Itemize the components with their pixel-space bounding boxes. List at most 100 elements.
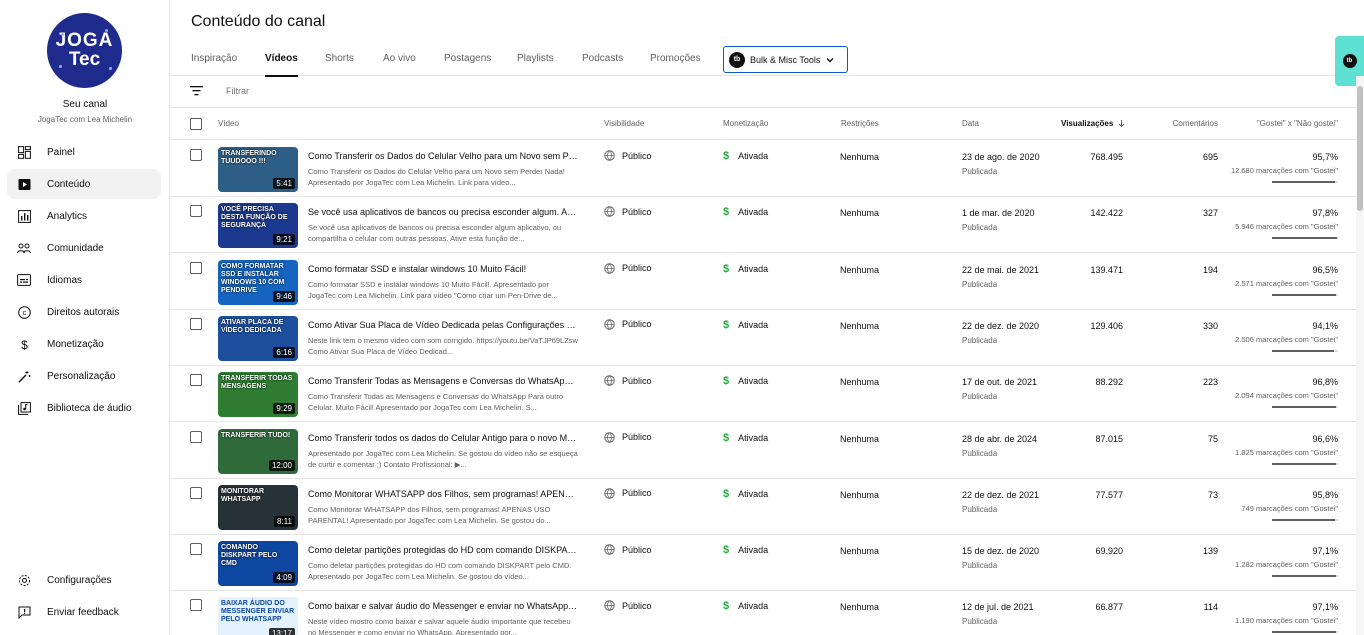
video-title[interactable]: Como formatar SSD e instalar windows 10 … <box>308 264 578 274</box>
visibility-cell[interactable]: Público <box>604 150 652 161</box>
row-checkbox[interactable] <box>190 543 202 556</box>
publish-date: 28 de abr. de 2024 <box>962 433 1038 444</box>
globe-icon <box>604 488 615 499</box>
visibility-cell[interactable]: Público <box>604 488 652 499</box>
dollar-icon: $ <box>723 375 730 388</box>
visibility-cell[interactable]: Público <box>604 544 652 555</box>
video-thumbnail[interactable]: Transferindo TUUDOOO !!! 5:41 <box>218 147 298 192</box>
tab-3[interactable]: Ao vivo <box>383 53 416 64</box>
table-row[interactable]: Como formatar SSD e instalar Windows 10 … <box>170 254 1356 310</box>
video-thumbnail[interactable]: Transferir tudo! 12:00 <box>218 428 298 474</box>
filter-input[interactable] <box>226 86 526 96</box>
video-title[interactable]: Como Ativar Sua Placa de Vídeo Dedicada … <box>308 320 578 330</box>
tab-2[interactable]: Shorts <box>325 53 354 64</box>
tab-7[interactable]: Promoções <box>650 53 701 64</box>
sidebar-item-feedback[interactable]: Enviar feedback <box>7 597 161 627</box>
video-title[interactable]: Como Monitorar WHATSAPP dos Filhos, sem … <box>308 489 578 499</box>
video-title[interactable]: Como Transferir Todas as Mensagens e Con… <box>308 376 578 386</box>
video-title[interactable]: Como baixar e salvar áudio do Messenger … <box>308 601 578 611</box>
column-monetization[interactable]: Monetização <box>723 119 768 128</box>
sidebar-item-dollar[interactable]: $ Monetização <box>7 329 161 359</box>
select-all-checkbox[interactable] <box>190 118 202 130</box>
row-checkbox[interactable] <box>190 486 202 499</box>
table-row[interactable]: Transferir tudo! 12:00 Como Transferir tod… <box>170 423 1356 479</box>
table-row[interactable]: Ativar placa de vídeo dedicada 6:16 Como A… <box>170 310 1356 366</box>
visibility-cell[interactable]: Público <box>604 262 652 274</box>
monetization-cell[interactable]: $ Ativada <box>723 488 768 500</box>
monetization-cell[interactable]: $ Ativada <box>723 206 768 218</box>
video-title[interactable]: Como Transferir todos os dados do Celula… <box>308 433 578 443</box>
monetization-cell[interactable]: $ Ativada <box>723 544 768 556</box>
monetization-cell[interactable]: $ Ativada <box>723 150 768 162</box>
video-thumbnail[interactable]: Ativar placa de vídeo dedicada 6:16 <box>218 315 298 361</box>
bulk-tools-button[interactable]: tb Bulk & Misc Tools <box>723 46 848 73</box>
column-views[interactable]: Visualizações <box>1061 119 1126 128</box>
video-title[interactable]: Como Transferir os Dados do Celular Velh… <box>308 151 578 161</box>
tab-5[interactable]: Playlists <box>517 53 554 64</box>
like-ratio-bar <box>1272 349 1338 352</box>
like-ratio-bar <box>1272 575 1338 578</box>
sidebar-item-magic-wand[interactable]: Personalização <box>7 361 161 391</box>
video-description: Como Transferir os Dados do Celular Velh… <box>308 167 565 187</box>
row-checkbox[interactable] <box>190 599 202 612</box>
restrictions-value: Nenhuma <box>840 489 880 500</box>
row-checkbox[interactable] <box>190 149 202 161</box>
video-thumbnail[interactable]: Você precisa desta função de segurança 9:… <box>218 203 298 249</box>
sidebar-item-dashboard[interactable]: Painel <box>7 137 161 167</box>
monetization-cell[interactable]: $ Ativada <box>723 600 768 612</box>
sidebar-item-audio-library[interactable]: Biblioteca de áudio <box>7 393 161 423</box>
channel-avatar[interactable]: JOGA Tec <box>47 13 122 88</box>
filter-icon[interactable] <box>190 85 203 97</box>
table-row[interactable]: Você precisa desta função de segurança 9:… <box>170 197 1356 254</box>
tab-4[interactable]: Postagens <box>444 53 491 64</box>
publish-status: Publicada <box>962 335 998 345</box>
visibility-cell[interactable]: Público <box>604 375 652 386</box>
publish-date: 12 de jul. de 2021 <box>962 602 1034 613</box>
column-date[interactable]: Data <box>962 119 979 128</box>
analytics-icon <box>17 209 31 223</box>
table-row[interactable]: Transferir todas mensagens 9:29 Como Trans… <box>170 366 1356 423</box>
monetization-cell[interactable]: $ Ativada <box>723 319 768 331</box>
column-visibility[interactable]: Visibilidade <box>604 119 644 128</box>
svg-text:$: $ <box>21 338 28 351</box>
video-thumbnail[interactable]: Monitorar WhatsApp 8:11 <box>218 484 298 530</box>
table-row[interactable]: Transferindo TUUDOOO !!! 5:41 Como Transfe… <box>170 141 1356 197</box>
sidebar-item-content[interactable]: Conteúdo <box>7 169 161 199</box>
table-row[interactable]: Comando DISKPART pelo CMD 4:09 Como deleta… <box>170 535 1356 592</box>
row-checkbox[interactable] <box>190 374 202 387</box>
column-likes[interactable]: "Gostei" x "Não gostei" <box>1257 119 1338 128</box>
video-thumbnail[interactable]: Transferir todas mensagens 9:29 <box>218 372 298 418</box>
tab-6[interactable]: Podcasts <box>582 53 623 64</box>
monetization-cell[interactable]: $ Ativada <box>723 263 768 275</box>
tab-1[interactable]: Vídeos <box>265 53 298 77</box>
like-percentage: 97,8% <box>1312 208 1338 219</box>
sidebar-item-analytics[interactable]: Analytics <box>7 201 161 231</box>
visibility-cell[interactable]: Público <box>604 600 652 612</box>
sidebar-item-subtitles[interactable]: Idiomas <box>7 265 161 295</box>
column-comments[interactable]: Comentários <box>1173 119 1218 128</box>
table-row[interactable]: Monitorar WhatsApp 8:11 Como Monitorar WHA… <box>170 479 1356 535</box>
row-checkbox[interactable] <box>190 430 202 443</box>
video-title[interactable]: Se você usa aplicativos de bancos ou pre… <box>308 207 578 217</box>
row-checkbox[interactable] <box>190 261 202 274</box>
monetization-cell[interactable]: $ Ativada <box>723 375 768 387</box>
table-row[interactable]: Baixar áudio do Messenger enviar pelo Wh… <box>170 591 1356 635</box>
visibility-cell[interactable]: Público <box>604 319 652 330</box>
row-checkbox[interactable] <box>190 317 202 330</box>
video-thumbnail[interactable]: Como formatar SSD e instalar Windows 10 … <box>218 259 298 305</box>
scrollbar[interactable] <box>1356 76 1364 635</box>
row-checkbox[interactable] <box>190 205 202 218</box>
sidebar-item-gear[interactable]: Configurações <box>7 565 161 595</box>
scrollbar-thumb[interactable] <box>1357 86 1363 211</box>
video-title[interactable]: Como deletar partições protegidas do HD … <box>308 545 578 555</box>
video-thumbnail[interactable]: Comando DISKPART pelo CMD 4:09 <box>218 541 298 587</box>
column-restrictions[interactable]: Restrições <box>841 119 879 128</box>
sidebar-item-label: Conteúdo <box>47 178 91 190</box>
sidebar-item-community[interactable]: Comunidade <box>7 233 161 263</box>
video-thumbnail[interactable]: Baixar áudio do Messenger enviar pelo Wh… <box>218 597 298 635</box>
monetization-cell[interactable]: $ Ativada <box>723 432 768 444</box>
tab-0[interactable]: Inspiração <box>191 53 237 64</box>
visibility-cell[interactable]: Público <box>604 206 652 218</box>
visibility-cell[interactable]: Público <box>604 431 652 443</box>
sidebar-item-copyright[interactable]: c Direitos autorais <box>7 297 161 327</box>
